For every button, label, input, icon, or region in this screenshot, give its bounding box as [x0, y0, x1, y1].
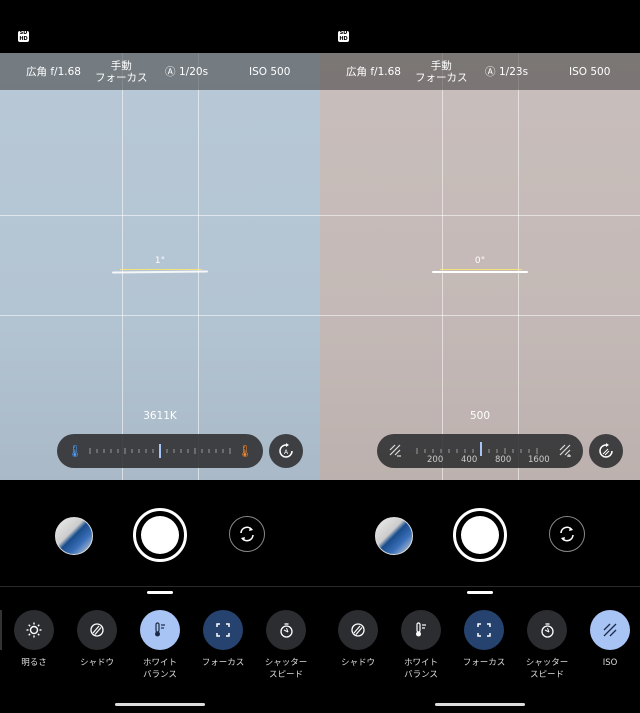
tool-focus[interactable]: フォーカス	[191, 610, 255, 669]
iso-increase-icon[interactable]	[557, 443, 573, 459]
white-balance-slider[interactable]: 🌡 🌡	[57, 434, 263, 468]
drag-handle[interactable]	[467, 591, 493, 594]
iso-scale-label: 400	[461, 455, 478, 465]
settings-bar: 広角 f/1.68 手動 フォーカス Ⓐ 1/20s ISO 500	[0, 53, 320, 90]
thermometer-icon	[401, 610, 441, 650]
divider	[0, 586, 320, 587]
iso-scale-label: 200	[427, 455, 444, 465]
settings-bar: 広角 f/1.68 手動 フォーカス Ⓐ 1/23s ISO 500	[320, 53, 640, 90]
iso-value[interactable]: ISO 500	[569, 66, 610, 78]
auto-reset-icon: A	[279, 443, 293, 458]
shutter-speed-value[interactable]: 1/23s	[499, 66, 528, 78]
auto-reset-button[interactable]	[589, 434, 623, 468]
tool-label: フォーカス	[201, 658, 245, 668]
shutter-speed-icon	[527, 610, 567, 650]
level-angle: 0°	[474, 256, 486, 266]
shutter-speed-value[interactable]: 1/20s	[179, 66, 208, 78]
switch-camera-button[interactable]	[229, 516, 265, 552]
iso-scale-label: 1600	[528, 455, 550, 465]
tool-focus[interactable]: フォーカス	[452, 610, 516, 669]
focus-icon	[464, 610, 504, 650]
thermometer-icon	[140, 610, 180, 650]
gallery-thumbnail[interactable]	[55, 517, 93, 555]
tool-brightness[interactable]: 明るさ	[2, 610, 66, 669]
tool-label: シャドウ	[79, 658, 114, 668]
tool-label: シャッター スピード	[525, 658, 569, 680]
level-indicator: 0°	[320, 256, 640, 274]
iso-scale-label: 800	[495, 455, 512, 465]
shutter-speed-icon	[266, 610, 306, 650]
lens-info[interactable]: 広角 f/1.68	[346, 66, 401, 78]
gesture-nav-bar[interactable]	[115, 703, 205, 706]
tool-shutter-speed[interactable]: シャッター スピード	[515, 610, 579, 681]
auto-reset-button[interactable]: A	[269, 434, 303, 468]
slider-ticks	[89, 444, 231, 458]
svg-text:A: A	[284, 449, 289, 456]
camera-panel-white-balance: SD HD 広角 f/1.68 手動 フォーカス Ⓐ 1/20s ISO 500 …	[0, 0, 320, 713]
level-line	[432, 271, 528, 273]
shutter-inner	[141, 516, 179, 554]
tool-label: ホワイト バランス	[403, 658, 438, 680]
grid-line	[320, 315, 640, 316]
warm-thermometer-icon[interactable]: 🌡	[237, 443, 253, 459]
brightness-icon	[14, 610, 54, 650]
level-line	[111, 270, 209, 274]
tool-shutter-speed[interactable]: シャッター スピード	[254, 610, 318, 681]
tool-white-balance[interactable]: ホワイト バランス	[389, 610, 453, 681]
focus-mode[interactable]: 手動 フォーカス	[95, 60, 148, 84]
shutter-auto-icon: Ⓐ	[485, 65, 496, 78]
auto-reset-icon	[599, 443, 613, 458]
tool-iso[interactable]: ISO	[578, 610, 640, 669]
shadow-icon	[338, 610, 378, 650]
gesture-nav-bar[interactable]	[435, 703, 525, 706]
tool-label: フォーカス	[462, 658, 506, 668]
sd-indicator-icon: SD HD	[338, 30, 349, 42]
sd-indicator-icon: SD HD	[18, 30, 29, 42]
drag-handle[interactable]	[147, 591, 173, 594]
gallery-thumbnail[interactable]	[375, 517, 413, 555]
camera-panel-iso: SD HD 広角 f/1.68 手動 フォーカス Ⓐ 1/23s ISO 500 …	[320, 0, 640, 713]
white-balance-value: 3611K	[143, 410, 177, 422]
grid-line	[0, 215, 320, 216]
divider	[320, 586, 640, 587]
tool-shadow[interactable]: シャドウ	[326, 610, 390, 669]
focus-icon	[203, 610, 243, 650]
slider-ticks	[416, 442, 538, 456]
iso-current-value: 500	[469, 410, 491, 422]
iso-value[interactable]: ISO 500	[249, 66, 290, 78]
switch-camera-button[interactable]	[549, 516, 585, 552]
shutter-inner	[461, 516, 499, 554]
tool-shadow[interactable]: シャドウ	[65, 610, 129, 669]
flip-camera-icon	[560, 526, 574, 542]
lens-info[interactable]: 広角 f/1.68	[26, 66, 81, 78]
shutter-button[interactable]	[133, 508, 187, 562]
tool-label: シャドウ	[340, 658, 375, 668]
tool-label: ホワイト バランス	[142, 658, 177, 680]
flip-camera-icon	[240, 526, 254, 542]
focus-mode[interactable]: 手動 フォーカス	[415, 60, 468, 84]
shutter-auto-icon: Ⓐ	[165, 65, 176, 78]
iso-decrease-icon[interactable]	[387, 443, 403, 459]
shadow-icon	[77, 610, 117, 650]
level-angle: 1°	[154, 256, 166, 266]
tool-white-balance[interactable]: ホワイト バランス	[128, 610, 192, 681]
tool-label: ISO	[602, 658, 618, 668]
grid-line	[320, 215, 640, 216]
shutter-button[interactable]	[453, 508, 507, 562]
tool-label: 明るさ	[21, 658, 47, 668]
iso-slider[interactable]	[377, 434, 583, 468]
tool-label: シャッター スピード	[264, 658, 308, 680]
cool-thermometer-icon[interactable]: 🌡	[67, 443, 83, 459]
level-reference-line	[440, 269, 522, 270]
level-indicator: 1°	[0, 256, 320, 274]
grid-line	[0, 315, 320, 316]
iso-icon	[590, 610, 630, 650]
